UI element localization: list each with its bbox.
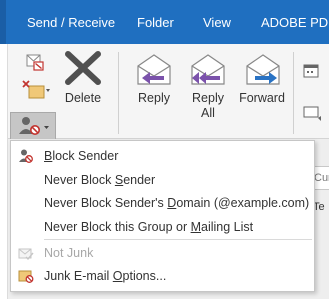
tab-bar-edge bbox=[0, 0, 6, 44]
tab-view[interactable]: View bbox=[203, 0, 231, 44]
menu-item-label: Never Block this Group or Mailing List bbox=[44, 220, 254, 234]
ignore-icon[interactable] bbox=[24, 52, 46, 77]
reply-all-button[interactable]: Reply All bbox=[185, 91, 231, 121]
clean-up-icon[interactable] bbox=[22, 80, 52, 107]
menu-item-never-block-domain[interactable]: Never Block Sender's Domain (@example.co… bbox=[11, 192, 314, 214]
junk-options-icon bbox=[17, 268, 35, 284]
junk-button[interactable] bbox=[10, 112, 56, 140]
ribbon-group-divider-2 bbox=[293, 52, 294, 134]
menu-item-label: Never Block Sender's Domain (@example.co… bbox=[44, 196, 310, 210]
reply-all-icon[interactable] bbox=[188, 52, 228, 93]
reply-all-label-line1: Reply bbox=[192, 91, 224, 105]
junk-person-icon bbox=[19, 117, 49, 135]
menu-item-never-block-sender[interactable]: Never Block Sender bbox=[11, 169, 314, 191]
delete-icon[interactable] bbox=[62, 50, 104, 91]
search-current-field[interactable]: Cur bbox=[313, 166, 329, 190]
junk-dropdown-menu: Block Sender Never Block Sender Never Bl… bbox=[10, 140, 315, 292]
reply-button[interactable]: Reply bbox=[131, 91, 177, 106]
tab-folder[interactable]: Folder bbox=[137, 0, 174, 44]
meeting-icon[interactable] bbox=[302, 62, 322, 85]
menu-item-label: Never Block Sender bbox=[44, 173, 156, 187]
filter-field[interactable]: Te bbox=[313, 196, 329, 218]
reply-icon[interactable] bbox=[134, 52, 174, 93]
ribbon-group-divider bbox=[118, 52, 119, 134]
not-junk-icon bbox=[17, 245, 35, 261]
menu-separator bbox=[44, 239, 312, 240]
ribbon-tab-bar: Send / Receive Folder View ADOBE PDF bbox=[0, 0, 329, 44]
menu-item-label: Junk E-mail Options... bbox=[44, 269, 167, 283]
menu-item-never-block-group[interactable]: Never Block this Group or Mailing List bbox=[11, 216, 314, 238]
ribbon-left-edge bbox=[0, 44, 8, 299]
tab-send-receive[interactable]: Send / Receive bbox=[27, 0, 115, 44]
menu-item-junk-options[interactable]: Junk E-mail Options... bbox=[11, 265, 314, 287]
menu-item-block-sender[interactable]: Block Sender bbox=[11, 145, 314, 167]
block-sender-icon bbox=[17, 148, 35, 164]
reply-all-label-line2: All bbox=[201, 106, 215, 120]
forward-icon[interactable] bbox=[243, 52, 283, 93]
menu-item-not-junk[interactable]: Not Junk bbox=[11, 242, 314, 264]
im-icon[interactable] bbox=[302, 104, 322, 129]
delete-button[interactable]: Delete bbox=[60, 91, 106, 106]
menu-item-label: Not Junk bbox=[44, 246, 94, 260]
tab-adobe-pdf[interactable]: ADOBE PDF bbox=[261, 0, 329, 44]
menu-item-label: Block Sender bbox=[44, 149, 119, 163]
forward-button[interactable]: Forward bbox=[236, 91, 288, 106]
